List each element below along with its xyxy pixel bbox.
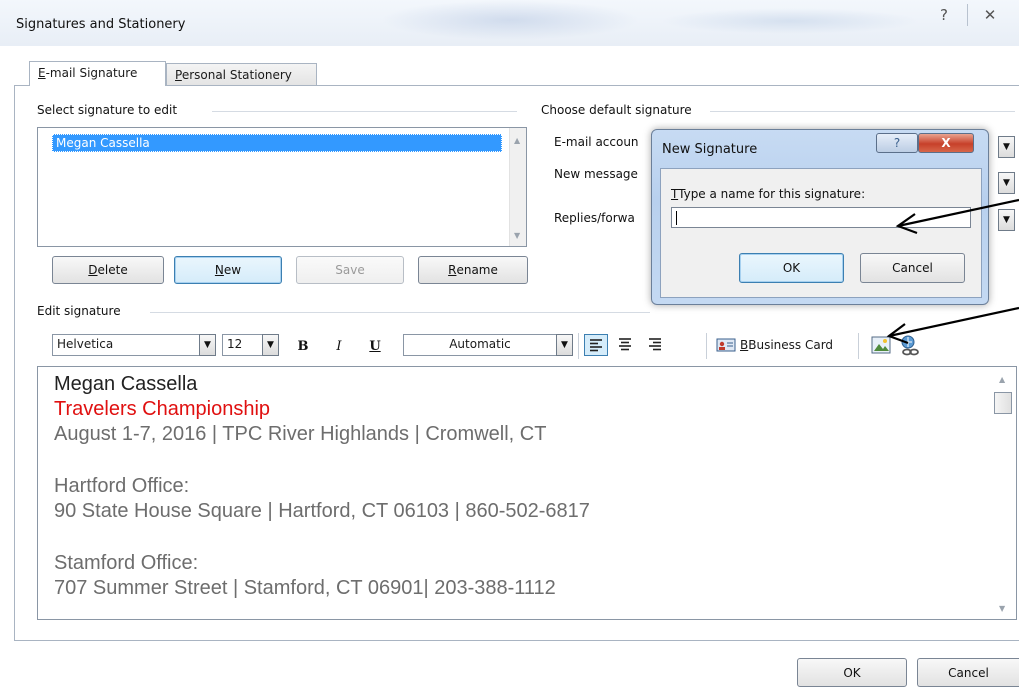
ok-button[interactable]: OK (797, 658, 907, 687)
save-button[interactable]: Save (296, 256, 404, 284)
new-signature-dialog: New Signature ? X TType a name for this … (651, 129, 989, 305)
scroll-up-icon[interactable]: ▲ (999, 375, 1005, 384)
scroll-up-icon[interactable]: ▲ (514, 136, 520, 145)
align-left-button[interactable] (584, 334, 608, 356)
signature-office1-title: Hartford Office: (54, 475, 190, 497)
business-card-button[interactable]: B Business Card (716, 334, 850, 356)
delete-button[interactable]: Delete (52, 256, 164, 284)
tab-personal-stationery[interactable]: Personal Stationery (166, 63, 317, 85)
chevron-down-icon[interactable]: ▼ (262, 334, 279, 356)
text-caret (676, 211, 677, 225)
align-left-icon (590, 339, 602, 352)
italic-button[interactable]: I (329, 335, 349, 357)
replies-label: Replies/forwa (554, 211, 635, 225)
help-button[interactable]: ? (922, 0, 966, 30)
chevron-down-icon: ▼ (1003, 142, 1010, 152)
scroll-down-icon[interactable]: ▼ (999, 604, 1005, 613)
chevron-down-icon[interactable]: ▼ (556, 334, 573, 356)
dialog-title: New Signature (662, 142, 758, 157)
chevron-down-icon: ▼ (1003, 178, 1010, 188)
signature-event-details: August 1-7, 2016 | TPC River Highlands |… (54, 423, 547, 445)
edit-signature-label: Edit signature (37, 304, 125, 318)
window-close-button[interactable]: ✕ (968, 0, 1012, 30)
select-signature-label: Select signature to edit (37, 103, 182, 117)
new-messages-dropdown[interactable]: ▼ (998, 172, 1015, 194)
picture-icon (871, 336, 891, 354)
chevron-down-icon: ▼ (1003, 215, 1010, 225)
signature-name-input[interactable] (671, 207, 971, 228)
dialog-cancel-button[interactable]: Cancel (860, 253, 965, 283)
close-icon: ✕ (983, 6, 997, 24)
scroll-thumb[interactable] (994, 392, 1012, 414)
dialog-help-button[interactable]: ? (876, 133, 918, 153)
list-item[interactable]: Megan Cassella (52, 134, 502, 152)
align-right-button[interactable] (644, 334, 668, 356)
align-right-icon (649, 338, 661, 351)
close-icon: X (941, 136, 951, 150)
email-account-label: E-mail accoun (554, 135, 639, 149)
tab-email-signature[interactable]: E-mail Signature (29, 61, 166, 86)
signature-office2-address: 707 Summer Street | Stamford, CT 06901| … (54, 577, 556, 599)
font-select[interactable]: Helvetica ▼ (52, 334, 216, 356)
signature-office2-title: Stamford Office: (54, 552, 199, 574)
font-color-select[interactable]: Automatic ▼ (403, 334, 573, 356)
rename-button[interactable]: Rename (418, 256, 528, 284)
new-messages-label: New message (554, 167, 638, 181)
dialog-body: TType a name for this signature: OK Canc… (660, 168, 982, 298)
help-icon: ? (893, 136, 901, 150)
email-account-dropdown[interactable]: ▼ (998, 136, 1015, 158)
signature-editor[interactable]: Megan Cassella Travelers Championship Au… (37, 366, 1017, 620)
font-size-select[interactable]: 12 ▼ (222, 334, 279, 356)
editor-scrollbar[interactable]: ▲ ▼ (990, 367, 1016, 619)
signature-name: Megan Cassella (54, 373, 198, 395)
underline-button[interactable]: U (365, 335, 385, 357)
choose-default-label: Choose default signature (541, 103, 696, 117)
signature-office1-address: 90 State House Square | Hartford, CT 061… (54, 500, 590, 522)
chevron-down-icon[interactable]: ▼ (199, 334, 216, 356)
business-card-icon (716, 338, 736, 352)
bold-button[interactable]: B (293, 335, 313, 357)
dialog-ok-button[interactable]: OK (739, 253, 844, 283)
dialog-prompt: TType a name for this signature: (671, 187, 866, 201)
help-icon: ? (940, 6, 948, 24)
align-center-icon (619, 338, 631, 351)
signature-list[interactable]: Megan Cassella ▲ ▼ (37, 127, 527, 247)
dialog-close-button[interactable]: X (918, 133, 974, 153)
scroll-down-icon[interactable]: ▼ (514, 231, 520, 240)
replies-dropdown[interactable]: ▼ (998, 209, 1015, 231)
insert-picture-button[interactable] (870, 334, 892, 356)
signature-event: Travelers Championship (54, 398, 271, 420)
list-scrollbar[interactable]: ▲ ▼ (509, 128, 526, 246)
new-button[interactable]: New (174, 256, 282, 284)
hyperlink-icon (901, 335, 919, 356)
insert-hyperlink-button[interactable] (897, 334, 923, 358)
window-title: Signatures and Stationery (16, 17, 186, 32)
cancel-button[interactable]: Cancel (917, 658, 1019, 687)
align-center-button[interactable] (614, 334, 638, 356)
